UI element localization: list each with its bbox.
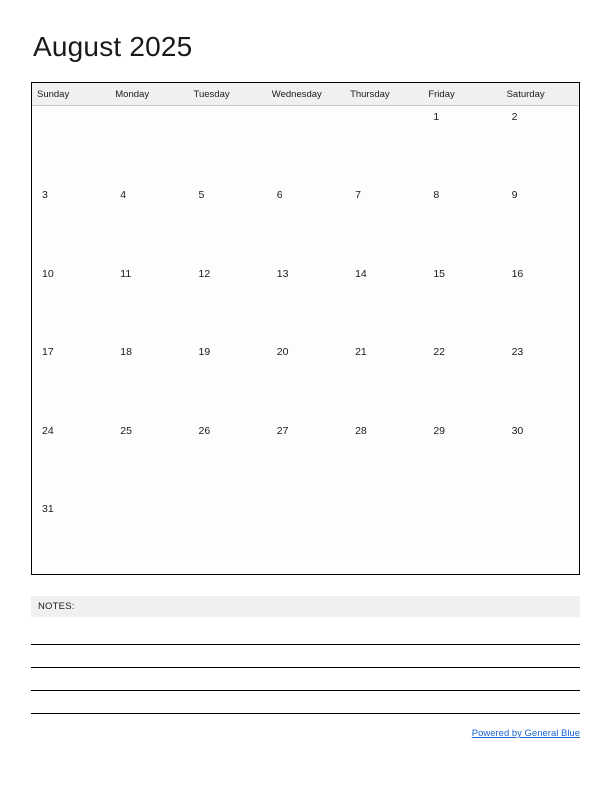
page-title: August 2025 (33, 31, 193, 62)
day-number: 14 (355, 267, 367, 280)
day-number: 3 (42, 189, 48, 202)
day-cell[interactable] (423, 498, 501, 576)
day-number: 24 (42, 424, 54, 437)
day-cell[interactable] (32, 106, 110, 184)
weekday-header-friday: Friday (428, 88, 455, 100)
notes-label: NOTES: (38, 601, 75, 612)
week-row: 17 18 19 20 21 22 23 (32, 341, 579, 419)
day-cell[interactable]: 28 (345, 420, 423, 498)
day-cell[interactable]: 18 (110, 341, 188, 419)
day-cell[interactable]: 9 (502, 184, 580, 262)
weekday-header-sunday: Sunday (37, 88, 70, 100)
day-cell[interactable]: 8 (423, 184, 501, 262)
notes-writing-line[interactable] (31, 713, 580, 714)
day-number: 16 (511, 267, 524, 280)
day-number: 10 (42, 267, 54, 280)
day-cell[interactable]: 30 (502, 420, 580, 498)
powered-by-link[interactable]: Powered by General Blue (472, 728, 580, 739)
day-cell[interactable]: 13 (267, 263, 345, 341)
notes-writing-line[interactable] (31, 667, 580, 668)
notes-header-band: NOTES: (31, 596, 580, 617)
day-number: 21 (355, 346, 367, 359)
day-cell[interactable] (345, 498, 423, 576)
day-number: 23 (511, 346, 524, 359)
weekday-header-monday: Monday (115, 88, 150, 100)
day-cell[interactable] (189, 106, 267, 184)
day-number: 18 (120, 346, 132, 359)
day-cell[interactable]: 22 (423, 341, 501, 419)
day-number: 7 (355, 189, 361, 202)
day-number: 20 (276, 346, 289, 359)
day-cell[interactable]: 21 (345, 341, 423, 419)
day-number: 30 (511, 424, 524, 437)
day-number: 15 (433, 267, 446, 280)
day-cell[interactable]: 14 (345, 263, 423, 341)
day-number: 4 (120, 189, 127, 202)
footer: Powered by General Blue (31, 723, 580, 741)
day-cell[interactable]: 17 (32, 341, 110, 419)
weekday-header-tuesday: Tuesday (193, 88, 230, 100)
day-cell[interactable]: 25 (110, 420, 188, 498)
day-number: 1 (433, 111, 440, 123)
notes-writing-line[interactable] (31, 690, 580, 691)
weekday-header-saturday: Saturday (506, 88, 545, 100)
day-number: 2 (511, 111, 518, 123)
day-cell[interactable] (267, 106, 345, 184)
week-row: 3 4 5 6 7 8 9 (32, 184, 579, 262)
day-number: 8 (433, 189, 440, 202)
day-number: 17 (42, 346, 54, 359)
day-number: 13 (276, 267, 289, 280)
calendar-week-rows: 1 2 3 4 5 6 7 8 9 10 11 12 13 14 15 16 1… (32, 106, 579, 576)
day-cell[interactable]: 16 (502, 263, 580, 341)
day-cell[interactable]: 15 (423, 263, 501, 341)
day-cell[interactable]: 31 (32, 498, 110, 576)
day-cell[interactable]: 2 (502, 106, 580, 184)
weekday-header-row: Sunday Monday Tuesday Wednesday Thursday… (32, 83, 579, 106)
week-row: 10 11 12 13 14 15 16 (32, 263, 579, 341)
day-cell[interactable]: 10 (32, 263, 110, 341)
day-cell[interactable]: 23 (502, 341, 580, 419)
day-number: 29 (433, 424, 446, 437)
day-cell[interactable]: 24 (32, 420, 110, 498)
day-cell[interactable]: 1 (423, 106, 501, 184)
week-row: 1 2 (32, 106, 579, 184)
day-cell[interactable]: 4 (110, 184, 188, 262)
day-number: 26 (198, 424, 211, 437)
day-cell[interactable]: 26 (189, 420, 267, 498)
day-cell[interactable]: 11 (110, 263, 188, 341)
day-number: 5 (198, 189, 205, 202)
day-cell[interactable]: 12 (189, 263, 267, 341)
day-number: 27 (276, 424, 289, 437)
day-number: 22 (433, 346, 446, 359)
day-cell[interactable]: 19 (189, 341, 267, 419)
day-number: 28 (355, 424, 367, 437)
day-cell[interactable]: 5 (189, 184, 267, 262)
calendar-page: August 2025 Sunday Monday Tuesday Wednes… (0, 0, 612, 792)
day-cell[interactable]: 6 (267, 184, 345, 262)
week-row: 31 (32, 498, 579, 576)
day-number: 19 (198, 346, 211, 359)
day-cell[interactable] (345, 106, 423, 184)
day-number: 11 (120, 267, 132, 280)
day-cell[interactable] (110, 498, 188, 576)
day-cell[interactable]: 3 (32, 184, 110, 262)
day-number: 12 (198, 267, 211, 280)
day-cell[interactable] (189, 498, 267, 576)
day-number: 9 (511, 189, 518, 202)
day-number: 31 (42, 502, 54, 515)
day-cell[interactable]: 20 (267, 341, 345, 419)
weekday-header-wednesday: Wednesday (271, 88, 322, 100)
week-row: 24 25 26 27 28 29 30 (32, 420, 579, 498)
day-cell[interactable] (502, 498, 580, 576)
calendar-grid: Sunday Monday Tuesday Wednesday Thursday… (31, 82, 580, 575)
day-cell[interactable]: 7 (345, 184, 423, 262)
day-cell[interactable] (110, 106, 188, 184)
day-cell[interactable] (267, 498, 345, 576)
day-cell[interactable]: 29 (423, 420, 501, 498)
day-number: 25 (120, 424, 132, 437)
day-number: 6 (276, 189, 283, 202)
day-cell[interactable]: 27 (267, 420, 345, 498)
notes-writing-line[interactable] (31, 644, 580, 645)
weekday-header-thursday: Thursday (350, 88, 390, 100)
